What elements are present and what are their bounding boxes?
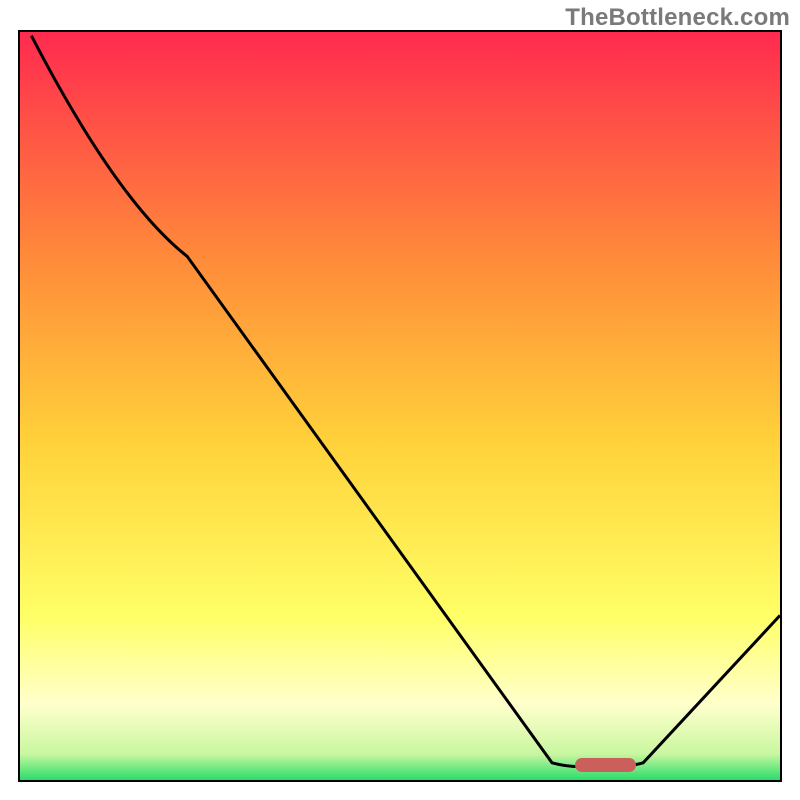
plot-area [18,30,782,782]
watermark-text: TheBottleneck.com [565,4,790,32]
chart-stage: TheBottleneck.com [0,0,800,800]
bottleneck-curve [31,36,780,767]
curve-layer [20,32,780,780]
optimal-marker [575,758,636,772]
